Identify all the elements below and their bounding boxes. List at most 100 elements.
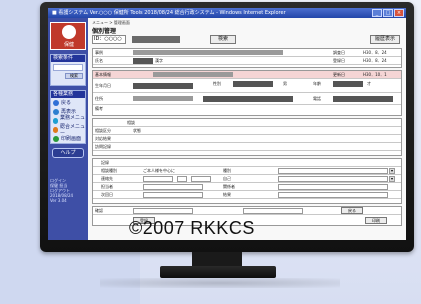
logo-label: 保健 bbox=[63, 42, 74, 48]
app-logo[interactable]: 保健 bbox=[50, 22, 86, 50]
self-label: 自己 bbox=[223, 176, 231, 181]
name-kanji-label: 漢字 bbox=[155, 58, 163, 63]
menu-item-print[interactable]: 印刷画面 bbox=[51, 134, 85, 143]
chevron-down-icon[interactable]: ▾ bbox=[389, 168, 395, 174]
record-row-3: 担当者 関係者 bbox=[93, 183, 401, 191]
date-label: 次回日 bbox=[101, 192, 113, 197]
sidebar-footer: ログイン 保健 担当 ログアウト 2018/08/24 Ver 3.04 bbox=[50, 178, 86, 203]
contact-input[interactable] bbox=[143, 176, 173, 182]
menu-item-label: 印刷画面 bbox=[61, 136, 82, 142]
chevron-down-icon[interactable]: ▾ bbox=[389, 176, 395, 182]
copyright-watermark: ©2007 RKKCS bbox=[129, 218, 255, 238]
check-input-2[interactable] bbox=[243, 208, 303, 214]
check-input[interactable] bbox=[133, 208, 193, 214]
address-row: 住所 電話 bbox=[93, 93, 401, 105]
masked-address bbox=[133, 96, 193, 101]
identity-row: 生年月日 性別 男 年齢 才 bbox=[93, 79, 401, 93]
type-value: ご本人様を中心に bbox=[143, 168, 175, 173]
record-row-1: 相談種別 ご本人様を中心に 種別 ▾ bbox=[93, 167, 401, 175]
history-button[interactable]: 履歴表示 bbox=[370, 35, 400, 44]
self-select[interactable] bbox=[278, 176, 388, 182]
menu-item-general[interactable]: 総合メニュー bbox=[51, 124, 85, 137]
search-input[interactable] bbox=[53, 64, 83, 71]
reason-value: 状態 bbox=[133, 128, 141, 133]
id-input[interactable]: ID：○○○○ bbox=[92, 35, 126, 44]
window-titlebar: ■ 看護システム Ver.○○○ 保健所 Tools 2018/08/24 総合… bbox=[48, 8, 406, 18]
consult-row-1: 相談 bbox=[93, 119, 401, 127]
monitor-shadow bbox=[100, 278, 340, 288]
tel-label: 電話 bbox=[313, 96, 321, 101]
address-label: 住所 bbox=[95, 96, 103, 101]
type-label: 相談種別 bbox=[101, 168, 117, 173]
record-panel: 記録 相談種別 ご本人様を中心に 種別 ▾ 連絡先 自己 ▾ 担当者 関係者 次… bbox=[92, 158, 402, 204]
search-row: ID：○○○○ 検索 履歴表示 bbox=[92, 35, 402, 45]
contact-input-2[interactable] bbox=[177, 176, 187, 182]
update-date-value: H30．10．1 bbox=[363, 72, 387, 77]
worker-input[interactable] bbox=[143, 184, 203, 190]
consult-row-4: 訪問記録 bbox=[93, 143, 401, 151]
date-input[interactable] bbox=[143, 192, 203, 198]
survey-date-value: H30．8．24 bbox=[363, 50, 387, 55]
menu-item-label: 戻る bbox=[61, 100, 72, 106]
person-icon bbox=[62, 25, 76, 39]
dob-label: 生年月日 bbox=[95, 83, 111, 88]
search-button[interactable]: 検索 bbox=[210, 35, 236, 44]
search-panel: 検索条件 検索 bbox=[50, 54, 86, 86]
visit-label: 訪問記録 bbox=[95, 144, 111, 149]
outcome-input[interactable] bbox=[278, 192, 388, 198]
masked-tel bbox=[333, 96, 393, 102]
close-button[interactable]: × bbox=[394, 9, 404, 17]
contact-label: 連絡先 bbox=[101, 176, 113, 181]
check-label: 確認 bbox=[95, 208, 103, 213]
case-panel: 事例 調査日 H30．8．24 氏名 漢字 登録日 H30．8．24 bbox=[92, 48, 402, 68]
record-header-label: 記録 bbox=[101, 160, 109, 165]
kind-select[interactable] bbox=[278, 168, 388, 174]
case-row: 事例 調査日 H30．8．24 bbox=[93, 49, 401, 57]
menu-panel-title: 各種業務 bbox=[51, 91, 85, 98]
name-label: 氏名 bbox=[95, 58, 103, 63]
masked-value bbox=[132, 36, 180, 43]
minimize-button[interactable]: _ bbox=[372, 9, 382, 17]
contact-input-3[interactable] bbox=[191, 176, 211, 182]
action-row-1: 確認 戻る bbox=[93, 207, 401, 215]
age-value: 才 bbox=[367, 81, 371, 86]
register-date-label: 登録日 bbox=[333, 58, 345, 63]
page-title: 個別管理 bbox=[92, 28, 117, 35]
worker-label: 担当者 bbox=[101, 184, 113, 189]
help-label: ヘルプ bbox=[60, 150, 76, 156]
back-button[interactable]: 戻る bbox=[341, 207, 363, 214]
person-block-label: 基本情報 bbox=[95, 72, 111, 77]
monitor-frame: ■ 看護システム Ver.○○○ 保健所 Tools 2018/08/24 総合… bbox=[40, 2, 414, 252]
gender-label: 性別 bbox=[213, 81, 221, 86]
monitor-stand-base bbox=[160, 266, 276, 278]
masked-dob bbox=[133, 83, 193, 89]
menu-item-back[interactable]: 戻る bbox=[51, 98, 85, 107]
kind-label: 種別 bbox=[223, 168, 231, 173]
circle-icon bbox=[53, 135, 59, 142]
window-controls: _ □ × bbox=[372, 9, 404, 17]
masked-age bbox=[333, 81, 363, 87]
other-input[interactable] bbox=[278, 184, 388, 190]
maximize-button[interactable]: □ bbox=[383, 9, 393, 17]
case-label: 事例 bbox=[95, 50, 103, 55]
menu-panel: 各種業務 戻る 再表示 業務メニュー 総合メニュー 印刷画面 bbox=[50, 90, 86, 144]
register-date-value: H30．8．24 bbox=[363, 58, 387, 63]
search-panel-title: 検索条件 bbox=[51, 55, 85, 62]
note-row: 備考 bbox=[93, 105, 401, 113]
masked-case bbox=[133, 50, 283, 55]
window-title: ■ 看護システム Ver.○○○ 保健所 Tools 2018/08/24 総合… bbox=[52, 10, 286, 16]
masked-identity bbox=[233, 81, 273, 87]
record-row-2: 連絡先 自己 ▾ bbox=[93, 175, 401, 183]
other-label: 関係者 bbox=[223, 184, 235, 189]
circle-icon bbox=[53, 99, 59, 106]
person-panel: 基本情報 更新日 H30．10．1 生年月日 性別 男 年齢 才 住所 電話 備… bbox=[92, 70, 402, 116]
sidebar-search-button[interactable]: 検索 bbox=[65, 73, 83, 79]
survey-date-label: 調査日 bbox=[333, 50, 345, 55]
print-button[interactable]: 印刷 bbox=[365, 217, 387, 224]
consult-label: 相談 bbox=[127, 120, 135, 125]
record-row-4: 次回日 結果 bbox=[93, 191, 401, 199]
help-button[interactable]: ヘルプ bbox=[52, 148, 84, 158]
record-row-0: 記録 bbox=[93, 159, 401, 167]
footer-line: Ver 3.04 bbox=[50, 198, 67, 203]
circle-icon bbox=[53, 117, 58, 124]
